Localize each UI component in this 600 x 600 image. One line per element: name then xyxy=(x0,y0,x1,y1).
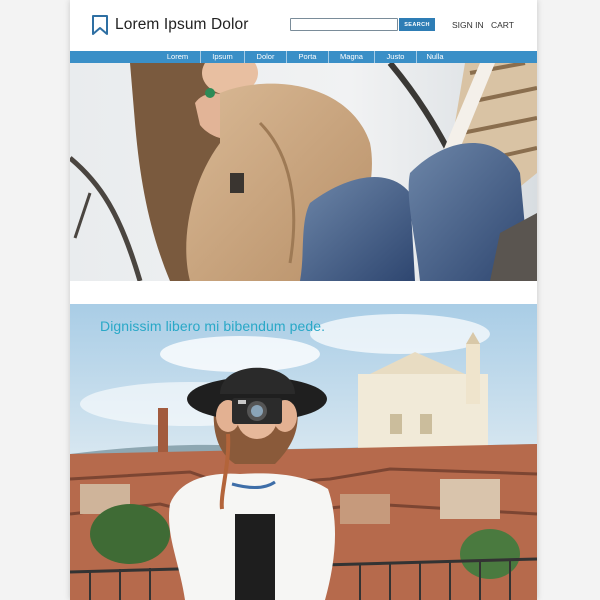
nav-item-nulla[interactable]: Nulla xyxy=(416,51,453,63)
header: Lorem Ipsum Dolor SEARCH SIGN IN CART xyxy=(70,0,537,51)
hero-caption: Dignissim libero mi bibendum pede. xyxy=(100,318,326,334)
search-button[interactable]: SEARCH xyxy=(399,18,435,31)
section-spacer xyxy=(70,281,537,304)
nav-item-justo[interactable]: Justo xyxy=(374,51,416,63)
hero-image-woman-phone xyxy=(70,63,537,281)
cart-link[interactable]: CART xyxy=(491,20,514,30)
nav-item-magna[interactable]: Magna xyxy=(328,51,374,63)
nav-item-ipsum[interactable]: Ipsum xyxy=(200,51,244,63)
search-input[interactable] xyxy=(290,18,398,31)
nav-item-dolor[interactable]: Dolor xyxy=(244,51,286,63)
main-nav: Lorem Ipsum Dolor Porta Magna Justo Null… xyxy=(70,51,537,63)
nav-item-porta[interactable]: Porta xyxy=(286,51,328,63)
site-title[interactable]: Lorem Ipsum Dolor xyxy=(115,16,249,34)
sign-in-link[interactable]: SIGN IN xyxy=(452,20,484,30)
bookmark-icon[interactable] xyxy=(91,15,109,35)
hero-image-photographer: Dignissim libero mi bibendum pede. xyxy=(70,304,537,600)
nav-item-lorem[interactable]: Lorem xyxy=(155,51,200,63)
page: Lorem Ipsum Dolor SEARCH SIGN IN CART Lo… xyxy=(70,0,537,600)
